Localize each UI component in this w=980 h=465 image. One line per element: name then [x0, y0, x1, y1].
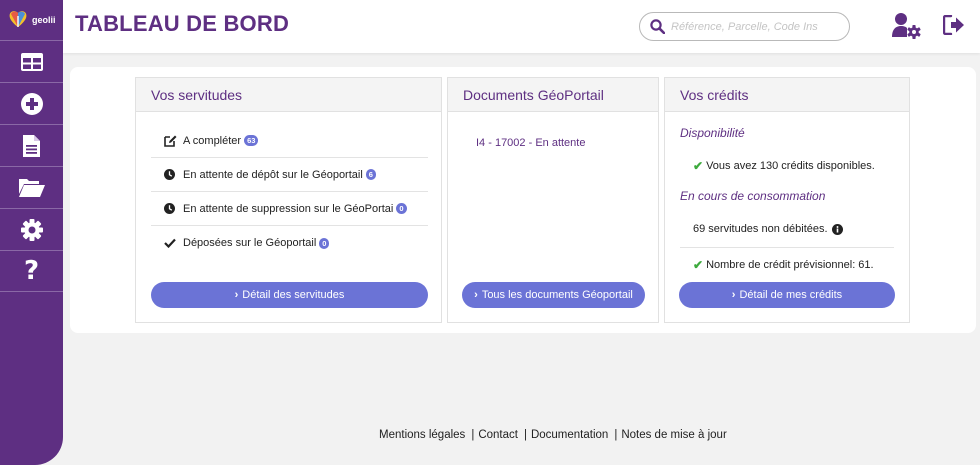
footer-separator: |	[523, 429, 527, 441]
clock-icon	[164, 203, 175, 214]
chevron-right-icon: ›	[731, 289, 736, 301]
list-item-label: A compléter	[183, 134, 242, 147]
all-documents-button[interactable]: › Tous les documents Géoportail	[462, 282, 645, 308]
footer-separator: |	[614, 429, 618, 441]
list-item-deposited[interactable]: Déposées sur le Géoportail 0	[151, 226, 428, 260]
search-input[interactable]	[671, 20, 831, 33]
geolii-logo-icon	[9, 11, 27, 27]
sidebar: geolii ?	[0, 0, 63, 465]
question-icon: ?	[23, 256, 40, 286]
documents-panel: Documents GéoPortail I4 - 17002 - En att…	[447, 77, 659, 323]
forecast-credits: ✔ Nombre de crédit prévisionnel: 61.	[693, 258, 874, 272]
gear-icon	[20, 218, 43, 241]
count-badge: 0	[396, 203, 407, 214]
availability-heading: Disponibilité	[680, 126, 745, 140]
document-link[interactable]: I4 - 17002 - En attente	[476, 137, 585, 149]
servitudes-panel-title: Vos servitudes	[136, 78, 441, 112]
plus-circle-icon	[20, 92, 43, 115]
footer: Mentions légales | Contact | Documentati…	[379, 429, 727, 441]
list-item-pending-deposit[interactable]: En attente de dépôt sur le Géoportail 6	[151, 158, 428, 192]
edit-icon	[164, 135, 177, 147]
sidebar-item-documents[interactable]	[0, 124, 63, 166]
footer-link-release-notes[interactable]: Notes de mise à jour	[621, 429, 726, 441]
count-badge: 0	[319, 237, 330, 249]
available-credits-text: Vous avez 130 crédits disponibles.	[706, 160, 875, 172]
brand-logo[interactable]: geolii	[0, 0, 63, 40]
button-label: Tous les documents Géoportail	[481, 289, 633, 301]
documents-panel-title: Documents GéoPortail	[448, 78, 658, 112]
servitudes-panel: Vos servitudes A compléter 63 En attente…	[135, 77, 442, 323]
sidebar-item-settings[interactable]	[0, 208, 63, 250]
sign-out-icon[interactable]	[943, 15, 965, 35]
available-credits: ✔ Vous avez 130 crédits disponibles.	[693, 159, 875, 173]
document-icon	[23, 134, 40, 157]
check-icon	[164, 238, 176, 248]
not-debited-servitudes: 69 servitudes non débitées.	[693, 223, 843, 235]
list-item-pending-deletion[interactable]: En attente de suppression sur le GéoPort…	[151, 192, 428, 226]
chevron-right-icon: ›	[474, 289, 478, 301]
credits-panel-title: Vos crédits	[665, 78, 909, 112]
user-cog-icon[interactable]	[892, 13, 922, 39]
footer-separator: |	[471, 429, 475, 441]
chevron-right-icon: ›	[234, 289, 239, 301]
servitudes-detail-button[interactable]: › Détail des servitudes	[151, 282, 428, 308]
credits-detail-button[interactable]: › Détail de mes crédits	[679, 282, 895, 308]
folder-open-icon	[18, 179, 45, 197]
search-icon[interactable]	[650, 19, 665, 34]
count-badge: 63	[244, 135, 259, 146]
button-label: Détail des servitudes	[242, 289, 345, 301]
footer-link-documentation[interactable]: Documentation	[531, 429, 608, 441]
sidebar-item-folders[interactable]	[0, 166, 63, 208]
not-debited-text: 69 servitudes non débitées.	[693, 223, 828, 235]
footer-link-contact[interactable]: Contact	[478, 429, 518, 441]
search-box[interactable]	[639, 12, 850, 41]
list-item-label: Déposées sur le Géoportail	[183, 237, 317, 249]
sidebar-item-dashboard[interactable]	[0, 40, 63, 82]
dashboard-icon	[20, 52, 43, 71]
check-icon: ✔	[693, 159, 704, 173]
button-label: Détail de mes crédits	[739, 289, 843, 301]
servitudes-list: A compléter 63 En attente de dépôt sur l…	[151, 124, 428, 260]
consumption-heading: En cours de consommation	[680, 189, 826, 203]
list-item-label: En attente de suppression sur le GéoPort…	[183, 202, 394, 215]
info-icon[interactable]	[831, 223, 843, 235]
forecast-credits-text: Nombre de crédit prévisionnel: 61.	[706, 259, 874, 271]
page-title: TABLEAU DE BORD	[75, 11, 290, 36]
top-header: TABLEAU DE BORD	[63, 0, 980, 53]
dashboard-card: Vos servitudes A compléter 63 En attente…	[70, 67, 976, 333]
credits-panel: Vos crédits Disponibilité ✔ Vous avez 13…	[664, 77, 910, 323]
divider	[680, 247, 894, 248]
list-item-to-complete[interactable]: A compléter 63	[151, 124, 428, 158]
clock-icon	[164, 169, 175, 180]
brand-name: geolii	[32, 15, 56, 25]
footer-link-legal[interactable]: Mentions légales	[379, 429, 465, 441]
sidebar-item-add[interactable]	[0, 82, 63, 124]
list-item-label: En attente de dépôt sur le Géoportail	[183, 168, 363, 181]
count-badge: 6	[365, 169, 376, 180]
sidebar-item-help[interactable]: ?	[0, 250, 63, 292]
check-icon: ✔	[693, 258, 704, 272]
